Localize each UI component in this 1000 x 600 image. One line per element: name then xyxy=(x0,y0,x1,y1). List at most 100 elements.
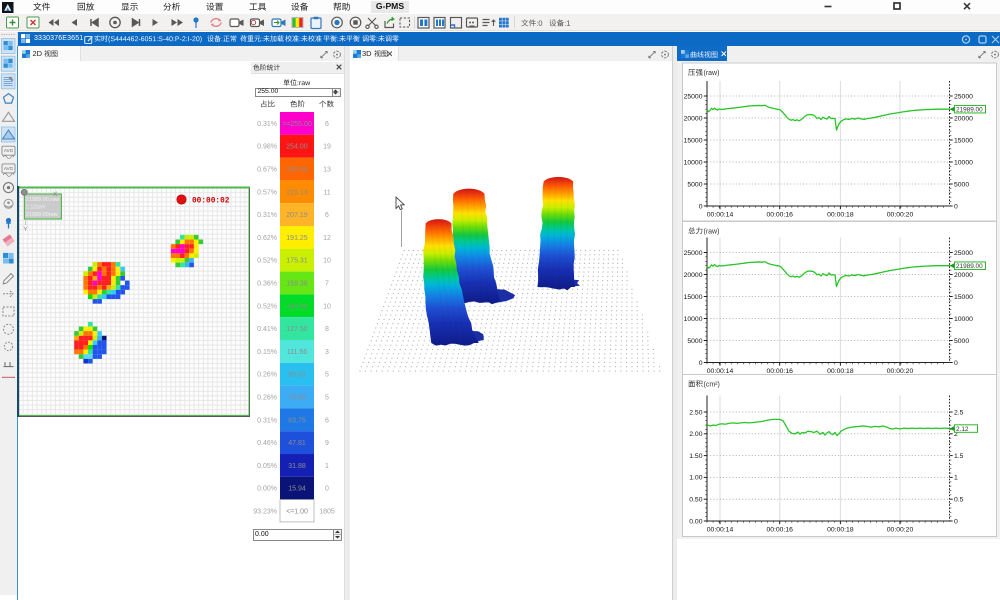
svg-text:20000: 20000 xyxy=(683,115,702,122)
svg-text:159.38: 159.38 xyxy=(286,281,308,288)
svg-text:5000: 5000 xyxy=(687,338,702,345)
svg-text:111.56: 111.56 xyxy=(287,349,307,356)
svg-text:00:00:16: 00:00:16 xyxy=(766,527,793,534)
svg-text:00:00:20: 00:00:20 xyxy=(886,527,913,534)
svg-text:00:00:18: 00:00:18 xyxy=(827,212,854,219)
svg-text:10000: 10000 xyxy=(683,159,702,166)
svg-text:0.62%: 0.62% xyxy=(257,235,277,242)
svg-text:1.5: 1.5 xyxy=(954,453,964,460)
svg-text:254.00: 254.00 xyxy=(286,144,308,151)
svg-text:79.69: 79.69 xyxy=(288,395,306,402)
svg-text:25000: 25000 xyxy=(954,250,973,257)
svg-text:11: 11 xyxy=(323,189,330,196)
svg-text:(raw): (raw) xyxy=(703,229,719,236)
svg-text:00:00:14: 00:00:14 xyxy=(706,527,733,534)
svg-text:10: 10 xyxy=(323,258,331,265)
svg-text:9: 9 xyxy=(325,440,329,447)
svg-text:25000: 25000 xyxy=(954,93,973,100)
svg-text:21989.00,raw: 21989.00,raw xyxy=(25,197,58,203)
svg-text:1.00: 1.00 xyxy=(689,475,702,482)
svg-text:<=1.00: <=1.00 xyxy=(286,509,308,516)
svg-text:6: 6 xyxy=(325,121,329,128)
svg-text:00:00:18: 00:00:18 xyxy=(827,368,854,375)
svg-text:21989.00raw: 21989.00raw xyxy=(25,211,57,217)
svg-text:0: 0 xyxy=(698,203,702,210)
svg-text:223.13: 223.13 xyxy=(286,189,308,196)
svg-text:1805: 1805 xyxy=(319,509,335,516)
svg-text:207.19: 207.19 xyxy=(286,212,308,219)
svg-text:0.31%: 0.31% xyxy=(257,417,277,424)
svg-text:2.50: 2.50 xyxy=(689,409,702,416)
svg-text:00:00:20: 00:00:20 xyxy=(886,212,913,219)
svg-text:0: 0 xyxy=(325,486,329,493)
svg-text:00:00:18: 00:00:18 xyxy=(827,527,854,534)
svg-text:10000: 10000 xyxy=(954,159,973,166)
svg-text:00:00:14: 00:00:14 xyxy=(706,368,733,375)
svg-text:2.00: 2.00 xyxy=(689,431,702,438)
svg-text:15000: 15000 xyxy=(683,137,702,144)
svg-text:5: 5 xyxy=(325,372,329,379)
svg-text:00:00:02: 00:00:02 xyxy=(192,197,230,205)
svg-text:0.50: 0.50 xyxy=(689,497,702,504)
svg-text:(cm²): (cm²) xyxy=(703,382,719,389)
svg-text:191.25: 191.25 xyxy=(286,235,308,242)
svg-text:0: 0 xyxy=(954,360,958,367)
svg-text:0.15%: 0.15% xyxy=(257,349,277,356)
svg-text:5: 5 xyxy=(325,395,329,402)
svg-text:20000: 20000 xyxy=(954,115,973,122)
svg-text:0.67%: 0.67% xyxy=(257,167,277,174)
svg-text:0.52%: 0.52% xyxy=(257,303,277,310)
svg-text:10000: 10000 xyxy=(954,316,973,323)
svg-text:175.31: 175.31 xyxy=(286,258,308,265)
svg-text:2.12cm²: 2.12cm² xyxy=(25,204,45,210)
svg-text:0.41%: 0.41% xyxy=(257,326,277,333)
svg-text:31.88: 31.88 xyxy=(288,463,306,470)
svg-text:0.00%: 0.00% xyxy=(257,486,277,493)
svg-text:6: 6 xyxy=(325,212,329,219)
svg-text:25000: 25000 xyxy=(683,250,702,257)
svg-text:13: 13 xyxy=(323,167,331,174)
svg-text:0.31%: 0.31% xyxy=(257,212,277,219)
svg-text:239.06: 239.06 xyxy=(286,167,308,174)
svg-text:00:00:14: 00:00:14 xyxy=(706,212,733,219)
svg-text:>=255.00: >=255.00 xyxy=(282,121,312,128)
svg-text:47.81: 47.81 xyxy=(288,440,306,447)
svg-text:12: 12 xyxy=(323,235,331,242)
svg-text:2.5: 2.5 xyxy=(954,409,964,416)
svg-text:Y: Y xyxy=(23,226,28,233)
svg-text:21989.00: 21989.00 xyxy=(956,263,983,270)
svg-text:00:00:16: 00:00:16 xyxy=(766,212,793,219)
svg-text:0.46%: 0.46% xyxy=(257,440,277,447)
svg-text:00:00:20: 00:00:20 xyxy=(886,368,913,375)
svg-text:0.31%: 0.31% xyxy=(257,121,277,128)
svg-text:2.12: 2.12 xyxy=(956,426,969,433)
svg-text:5000: 5000 xyxy=(954,181,969,188)
svg-text:25000: 25000 xyxy=(683,93,702,100)
svg-text:3: 3 xyxy=(325,349,329,356)
svg-text:1: 1 xyxy=(325,463,329,470)
svg-text:0.05%: 0.05% xyxy=(257,463,277,470)
svg-text:0.5: 0.5 xyxy=(954,497,964,504)
svg-text:15000: 15000 xyxy=(954,294,973,301)
svg-text:0.00: 0.00 xyxy=(689,518,702,525)
svg-text:6: 6 xyxy=(325,417,329,424)
svg-text:1: 1 xyxy=(954,475,958,482)
svg-text:1.50: 1.50 xyxy=(689,453,702,460)
svg-text:0.26%: 0.26% xyxy=(257,395,277,402)
svg-text:15000: 15000 xyxy=(954,137,973,144)
svg-text:0.26%: 0.26% xyxy=(257,372,277,379)
svg-text:95.63: 95.63 xyxy=(288,372,306,379)
svg-text:0: 0 xyxy=(954,518,958,525)
svg-text:15000: 15000 xyxy=(683,294,702,301)
svg-text:63.75: 63.75 xyxy=(288,417,306,424)
svg-text:127.50: 127.50 xyxy=(286,326,308,333)
svg-text:19: 19 xyxy=(323,144,331,151)
svg-text:20000: 20000 xyxy=(683,272,702,279)
svg-text:(raw): (raw) xyxy=(703,70,719,77)
svg-text:5000: 5000 xyxy=(954,338,969,345)
svg-text:0.52%: 0.52% xyxy=(257,258,277,265)
svg-text:93.23%: 93.23% xyxy=(253,509,277,516)
svg-text:143.44: 143.44 xyxy=(286,303,308,310)
svg-text:7: 7 xyxy=(325,281,329,288)
svg-text:20000: 20000 xyxy=(954,272,973,279)
